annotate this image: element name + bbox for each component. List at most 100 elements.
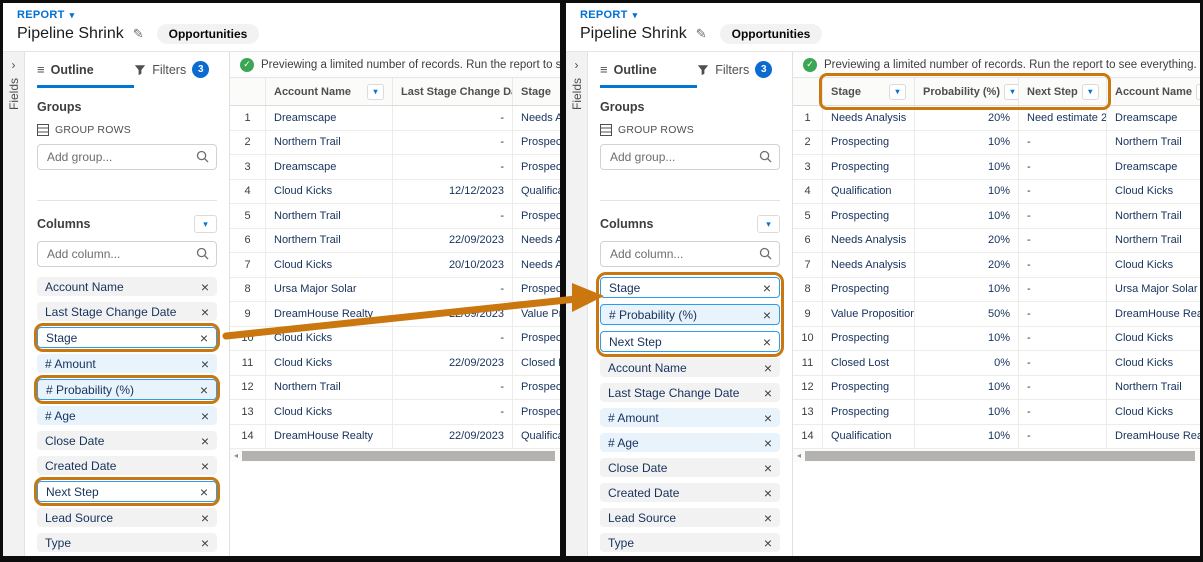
- cell-stage: Prospecting: [513, 400, 560, 424]
- cell-next-step: -: [1019, 229, 1107, 253]
- remove-column-icon[interactable]: ×: [764, 511, 772, 525]
- column-filter-button[interactable]: ▾: [889, 84, 906, 100]
- column-chip[interactable]: Close Date ×: [600, 458, 780, 477]
- cell-account-name: Northern Trail: [266, 376, 393, 400]
- remove-column-icon[interactable]: ×: [200, 383, 208, 397]
- remove-column-icon[interactable]: ×: [201, 409, 209, 423]
- fields-panel-toggle[interactable]: › Fields: [566, 52, 588, 556]
- remove-column-icon[interactable]: ×: [201, 357, 209, 371]
- horizontal-scrollbar[interactable]: ◂: [793, 449, 1200, 462]
- column-chip-label: Last Stage Change Date: [608, 386, 739, 400]
- edit-title-icon[interactable]: ✎: [133, 26, 144, 42]
- cell-stage: Prospecting: [823, 204, 915, 228]
- column-chip[interactable]: # Probability (%) ×: [37, 379, 217, 400]
- tab-filters[interactable]: Filters 3: [697, 52, 772, 88]
- cell-account-name: Cloud Kicks: [266, 253, 393, 277]
- column-chip[interactable]: Last Stage Change Date ×: [600, 383, 780, 402]
- table-row: 7 Cloud Kicks 20/10/2023 Needs Analysis: [230, 253, 560, 278]
- remove-column-icon[interactable]: ×: [201, 459, 209, 473]
- add-group-input[interactable]: [37, 144, 217, 170]
- column-chip[interactable]: Lead Source ×: [600, 508, 780, 527]
- tab-filters[interactable]: Filters 3: [134, 52, 209, 88]
- remove-column-icon[interactable]: ×: [763, 308, 771, 322]
- column-header[interactable]: Last Stage Change Date ▾: [393, 78, 513, 105]
- column-header[interactable]: Stage ▾: [823, 78, 915, 105]
- tab-outline[interactable]: ≡ Outline: [37, 52, 134, 88]
- add-column-input[interactable]: [37, 241, 217, 267]
- column-chip-label: Created Date: [608, 486, 679, 500]
- remove-column-icon[interactable]: ×: [763, 335, 771, 349]
- column-header[interactable]: Account Name ▾: [1107, 78, 1200, 105]
- column-chip-label: Lead Source: [45, 511, 113, 525]
- column-chip[interactable]: Next Step ×: [37, 481, 217, 502]
- column-header[interactable]: Probability (%) ▾: [915, 78, 1019, 105]
- column-filter-button[interactable]: ▾: [1004, 84, 1019, 100]
- table-body: 1 Dreamscape - Needs Analysis 2 Northern…: [230, 106, 560, 449]
- column-filter-button[interactable]: ▾: [1196, 84, 1200, 100]
- cell-account-name: Northern Trail: [1107, 131, 1200, 155]
- remove-column-icon[interactable]: ×: [764, 411, 772, 425]
- remove-column-icon[interactable]: ×: [200, 331, 208, 345]
- column-header[interactable]: Account Name ▾: [266, 78, 393, 105]
- remove-column-icon[interactable]: ×: [763, 281, 771, 295]
- remove-column-icon[interactable]: ×: [764, 361, 772, 375]
- remove-column-icon[interactable]: ×: [201, 305, 209, 319]
- column-filter-button[interactable]: ▾: [367, 84, 384, 100]
- row-number: 4: [230, 180, 266, 204]
- column-chip[interactable]: # Probability (%) ×: [600, 304, 780, 325]
- remove-column-icon[interactable]: ×: [764, 461, 772, 475]
- column-chip[interactable]: Lead Source ×: [37, 508, 217, 527]
- row-number: 6: [793, 229, 823, 253]
- column-header[interactable]: Stage: [513, 78, 560, 105]
- remove-column-icon[interactable]: ×: [764, 436, 772, 450]
- column-chip[interactable]: Created Date ×: [600, 483, 780, 502]
- report-menu[interactable]: REPORT ▾: [17, 9, 546, 21]
- column-chip[interactable]: Last Stage Change Date ×: [37, 302, 217, 321]
- row-number: 11: [230, 351, 266, 375]
- remove-column-icon[interactable]: ×: [764, 486, 772, 500]
- column-chip[interactable]: Next Step ×: [600, 331, 780, 352]
- report-menu[interactable]: REPORT ▾: [580, 9, 1186, 21]
- column-chip[interactable]: Stage ×: [37, 327, 217, 348]
- column-chip[interactable]: Account Name ×: [37, 277, 217, 296]
- column-filter-button[interactable]: ▾: [1082, 84, 1099, 100]
- column-header[interactable]: Next Step ▾: [1019, 78, 1107, 105]
- column-chip[interactable]: Close Date ×: [37, 431, 217, 450]
- add-column-input[interactable]: [600, 241, 780, 267]
- columns-menu-button[interactable]: ▾: [757, 215, 780, 233]
- cell-account-name: Dreamscape: [1107, 155, 1200, 179]
- edit-title-icon[interactable]: ✎: [696, 26, 707, 42]
- column-chip[interactable]: Created Date ×: [37, 456, 217, 475]
- cell-account-name: Northern Trail: [266, 229, 393, 253]
- remove-column-icon[interactable]: ×: [201, 280, 209, 294]
- table-row: 12 Prospecting 10% - Northern Trail: [793, 376, 1200, 401]
- column-chip[interactable]: # Age ×: [600, 433, 780, 452]
- columns-menu-button[interactable]: ▾: [194, 215, 217, 233]
- report-type-badge: Opportunities: [720, 24, 823, 44]
- group-rows-label: GROUP ROWS: [618, 124, 694, 136]
- column-chip[interactable]: Type ×: [37, 533, 217, 552]
- column-chip[interactable]: # Age ×: [37, 406, 217, 425]
- column-chip[interactable]: # Amount ×: [600, 408, 780, 427]
- remove-column-icon[interactable]: ×: [764, 386, 772, 400]
- cell-last-stage-change-date: -: [393, 278, 513, 302]
- scroll-left-icon[interactable]: ◂: [230, 451, 242, 460]
- column-chip[interactable]: # Amount ×: [37, 354, 217, 373]
- fields-panel-toggle[interactable]: › Fields: [3, 52, 25, 556]
- tab-outline[interactable]: ≡ Outline: [600, 52, 697, 88]
- column-chip[interactable]: Type ×: [600, 533, 780, 552]
- remove-column-icon[interactable]: ×: [764, 536, 772, 550]
- cell-account-name: Dreamscape: [266, 155, 393, 179]
- remove-column-icon[interactable]: ×: [200, 485, 208, 499]
- column-chip[interactable]: Account Name ×: [600, 358, 780, 377]
- remove-column-icon[interactable]: ×: [201, 511, 209, 525]
- scrollbar-thumb[interactable]: [805, 451, 1195, 461]
- column-chip[interactable]: Stage ×: [600, 277, 780, 298]
- remove-column-icon[interactable]: ×: [201, 434, 209, 448]
- scrollbar-thumb[interactable]: [242, 451, 555, 461]
- remove-column-icon[interactable]: ×: [201, 536, 209, 550]
- add-group-input[interactable]: [600, 144, 780, 170]
- scroll-left-icon[interactable]: ◂: [793, 451, 805, 460]
- horizontal-scrollbar[interactable]: ◂: [230, 449, 560, 462]
- cell-stage: Qualification: [823, 180, 915, 204]
